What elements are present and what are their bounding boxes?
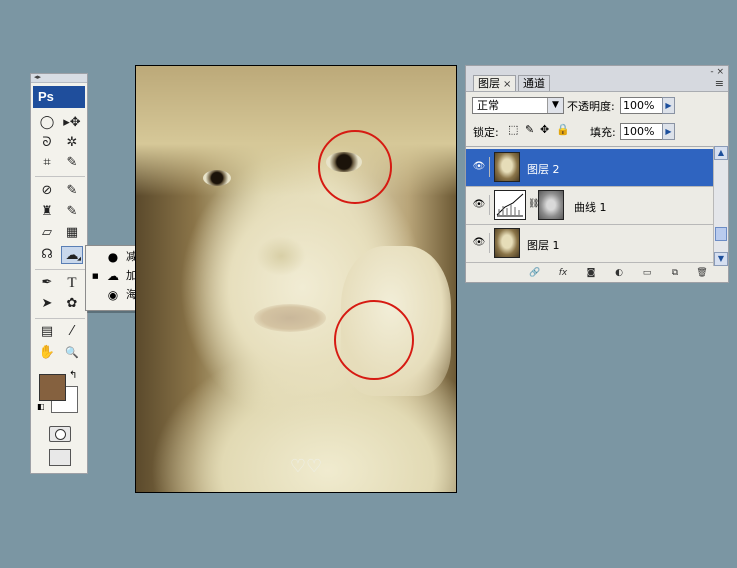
tool-separator: [35, 176, 85, 177]
layers-panel: 图层 × 通道 - × ≡ 正常 ▼ 不透明度: 100% ▶ 锁定: ⬚ ✎ ✥…: [465, 65, 729, 283]
quick-mask-button[interactable]: [49, 426, 71, 442]
lock-image-icon[interactable]: ✎: [525, 123, 534, 136]
tool-separator: [35, 269, 85, 270]
tab-channels[interactable]: 通道: [518, 75, 550, 91]
sponge-icon: ◉: [107, 288, 119, 302]
chevron-down-icon: ▼: [547, 98, 563, 113]
fill-slider-button[interactable]: ▶: [662, 123, 675, 140]
annotation-circle-eye: [318, 130, 392, 204]
blend-mode-value: 正常: [477, 99, 499, 112]
photo-mouth: [254, 304, 326, 332]
dodge-icon: ●: [107, 250, 119, 264]
pen-tool-icon[interactable]: ✒: [36, 274, 58, 292]
lock-all-icon[interactable]: 🔒: [556, 123, 570, 136]
swap-colors-icon[interactable]: ↰: [69, 370, 77, 381]
scroll-down-icon[interactable]: ▼: [714, 252, 728, 266]
layer-name: 曲线 1: [574, 201, 607, 214]
selected-mark: ■: [92, 272, 99, 280]
burn-icon: ☁: [107, 269, 119, 283]
layer-mask-thumbnail: [538, 190, 564, 220]
layer-name: 图层 1: [527, 239, 560, 252]
crop-tool-icon[interactable]: ⌗: [36, 154, 58, 172]
close-icon[interactable]: ×: [503, 79, 511, 90]
lock-position-icon[interactable]: ✥: [540, 123, 549, 136]
layers-scrollbar[interactable]: ▲ ▼: [713, 146, 728, 266]
gradient-tool-icon[interactable]: ▦: [61, 224, 83, 242]
photo-pendant: ♡♡: [289, 456, 323, 477]
photo-left-eye: [203, 170, 231, 186]
curves-adjustment-icon: [494, 190, 526, 220]
zoom-tool-icon[interactable]: 🔍: [61, 344, 83, 362]
blur-tool-icon[interactable]: ☊: [36, 246, 58, 264]
visibility-eye-icon[interactable]: 👁: [469, 157, 490, 177]
layer-thumbnail: [494, 152, 520, 182]
link-layers-icon[interactable]: 🔗: [528, 267, 542, 280]
tab-label: 通道: [523, 77, 545, 90]
type-tool-icon[interactable]: T: [61, 274, 83, 292]
layer-thumbnail: [494, 228, 520, 258]
add-mask-icon[interactable]: ◙: [584, 267, 598, 280]
layer-list: 👁 图层 2 👁 ⛓ 曲线 1 👁 图层 1: [466, 146, 713, 267]
healing-brush-tool-icon[interactable]: ⊘: [36, 182, 58, 200]
panel-menu-icon[interactable]: ≡: [710, 78, 724, 89]
hand-tool-icon[interactable]: ✋: [36, 344, 58, 362]
burn-tool-icon[interactable]: ☁ ◢: [61, 246, 83, 264]
foreground-color-swatch[interactable]: [39, 374, 66, 401]
slice-tool-icon[interactable]: ✎: [61, 154, 83, 172]
photo-nose: [256, 236, 306, 276]
eyedropper-tool-icon[interactable]: ⁄: [61, 323, 83, 341]
fill-label: 填充:: [590, 126, 616, 139]
layer-name: 图层 2: [527, 163, 560, 176]
minimize-close-icon[interactable]: - ×: [710, 68, 724, 77]
default-colors-icon[interactable]: ◧: [37, 402, 45, 411]
layer-row-curves1[interactable]: 👁 ⛓ 曲线 1: [466, 187, 713, 225]
adjustment-layer-icon[interactable]: ◐: [612, 267, 626, 280]
notes-tool-icon[interactable]: ▤: [36, 323, 58, 341]
brush-tool-icon[interactable]: ✎: [61, 182, 83, 200]
blend-mode-select[interactable]: 正常 ▼: [472, 97, 564, 114]
magic-wand-tool-icon[interactable]: ✲: [61, 134, 83, 152]
trash-icon[interactable]: 🗑: [695, 267, 709, 280]
custom-shape-tool-icon[interactable]: ✿: [61, 295, 83, 313]
scroll-up-icon[interactable]: ▲: [714, 146, 728, 160]
marquee-tool-icon[interactable]: ◯: [36, 114, 58, 132]
tab-layers[interactable]: 图层 ×: [473, 75, 517, 91]
clone-stamp-tool-icon[interactable]: ♜: [36, 203, 58, 221]
visibility-eye-icon[interactable]: 👁: [469, 195, 490, 215]
opacity-slider-button[interactable]: ▶: [662, 97, 675, 114]
lock-label: 锁定:: [473, 126, 499, 139]
new-group-icon[interactable]: ▭: [640, 267, 654, 280]
panel-tab-bar: 图层 × 通道 - × ≡: [466, 66, 728, 92]
screen-mode-button[interactable]: [49, 449, 71, 466]
panel-grip[interactable]: ◂▸: [31, 74, 87, 83]
flyout-indicator-icon: ◢: [77, 256, 81, 262]
photo-hair: [136, 66, 456, 196]
layer-style-icon[interactable]: fx: [556, 267, 570, 280]
move-tool-icon[interactable]: ▸✥: [61, 114, 83, 132]
layers-footer: 🔗 fx ◙ ◐ ▭ ⧉ 🗑: [466, 266, 728, 282]
opacity-label: 不透明度:: [567, 100, 615, 113]
visibility-eye-icon[interactable]: 👁: [469, 233, 490, 253]
panel-window-controls[interactable]: - × ≡: [710, 68, 724, 90]
layer-row-layer1[interactable]: 👁 图层 1: [466, 225, 713, 263]
new-layer-icon[interactable]: ⧉: [668, 267, 682, 280]
tool-separator: [35, 318, 85, 319]
tools-panel: ◂▸ Ps ◯ ▸✥ ᘐ ✲ ⌗ ✎ ⊘ ✎ ♜ ✎ ▱ ▦ ☊ ☁ ◢ ✒ T…: [30, 73, 88, 474]
eraser-tool-icon[interactable]: ▱: [36, 224, 58, 242]
layer-row-layer2[interactable]: 👁 图层 2: [466, 149, 713, 187]
tab-label: 图层: [478, 77, 500, 90]
path-selection-tool-icon[interactable]: ➤: [36, 295, 58, 313]
scroll-thumb[interactable]: [715, 227, 727, 241]
ps-logo: Ps: [33, 86, 85, 108]
lasso-tool-icon[interactable]: ᘐ: [36, 134, 58, 152]
history-brush-tool-icon[interactable]: ✎: [61, 203, 83, 221]
lock-transparent-icon[interactable]: ⬚: [508, 123, 518, 136]
document-canvas[interactable]: ♡♡: [135, 65, 457, 493]
annotation-circle-finger: [334, 300, 414, 380]
